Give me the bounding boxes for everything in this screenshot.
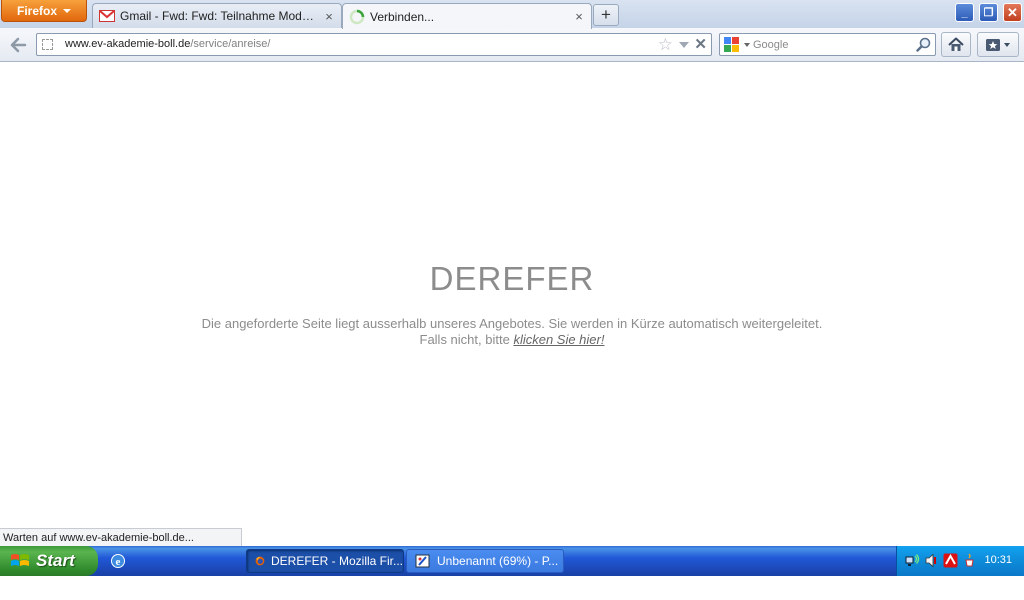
url-bar[interactable]: www.ev-akademie-boll.de/service/anreise/… [36, 33, 712, 56]
stop-icon[interactable]: ✕ [694, 35, 707, 53]
page-content: DEREFER Die angeforderte Seite liegt aus… [0, 62, 1024, 546]
system-tray: 10:31 [896, 546, 1024, 576]
google-logo-icon[interactable] [724, 37, 739, 52]
network-icon[interactable] [905, 553, 920, 568]
search-magnifier-icon[interactable] [916, 37, 931, 52]
ie-icon[interactable]: e [110, 553, 126, 569]
windows-logo-icon [11, 554, 29, 566]
taskbar-button-label: DEREFER - Mozilla Fir... [270, 554, 403, 568]
engine-dropdown-icon[interactable] [744, 43, 750, 47]
java-icon[interactable] [962, 553, 977, 568]
home-button[interactable] [941, 32, 971, 57]
back-button[interactable] [6, 33, 30, 57]
redirect-message-line1: Die angeforderte Seite liegt ausserhalb … [201, 316, 823, 331]
redirect-link[interactable]: klicken Sie hier! [513, 332, 604, 347]
maximize-button[interactable]: ❐ [979, 3, 998, 22]
navigation-toolbar: www.ev-akademie-boll.de/service/anreise/… [0, 28, 1024, 62]
url-domain: www.ev-akademie-boll.de [65, 38, 191, 50]
antivirus-icon[interactable] [943, 553, 958, 568]
status-bar: Warten auf www.ev-akademie-boll.de... [0, 528, 242, 546]
bottom-blank-area [0, 576, 1024, 600]
back-arrow-icon [10, 37, 27, 53]
tab-gmail[interactable]: Gmail - Fwd: Fwd: Teilnahme Modul II, 25… [92, 3, 342, 28]
svg-text:e: e [116, 556, 121, 568]
bookmark-star-icon[interactable]: ☆ [658, 35, 673, 55]
search-input[interactable] [753, 36, 903, 53]
firefox-menu-label: Firefox [16, 3, 57, 18]
bookmarks-button[interactable] [977, 32, 1019, 57]
tab-title: Gmail - Fwd: Fwd: Teilnahme Modul II, 25… [120, 9, 318, 23]
redirect-message-line2: Falls nicht, bitte klicken Sie hier! [0, 332, 1024, 348]
taskbar-button-label: Unbenannt (69%) - P... [437, 554, 559, 568]
tab-strip: Firefox Gmail - Fwd: Fwd: Teilnahme Modu… [0, 0, 1024, 29]
url-text[interactable]: www.ev-akademie-boll.de/service/anreise/ [65, 38, 270, 50]
firefox-icon [255, 556, 265, 566]
bookmarks-icon [986, 38, 1010, 51]
firefox-menu-button[interactable]: Firefox [1, 0, 87, 22]
volume-icon[interactable] [924, 553, 939, 568]
site-identity-icon[interactable] [42, 39, 53, 50]
tab-loading[interactable]: Verbinden... × [342, 3, 592, 29]
redirect-message: Die angeforderte Seite liegt ausserhalb … [0, 316, 1024, 348]
close-window-button[interactable]: ✕ [1003, 3, 1022, 22]
history-dropdown-icon[interactable] [679, 42, 689, 48]
taskbar-button-paint[interactable]: Unbenannt (69%) - P... [406, 549, 564, 573]
start-button[interactable]: Start [0, 546, 98, 576]
tab-title: Verbinden... [370, 9, 435, 24]
taskbar: Start e DEREFER - Mozilla Fir... Unbenan… [0, 546, 1024, 576]
taskbar-button-firefox[interactable]: DEREFER - Mozilla Fir... [246, 549, 404, 573]
tab-close-icon[interactable]: × [323, 9, 335, 24]
gmail-icon [99, 10, 115, 22]
minimize-button[interactable]: _ [955, 3, 974, 22]
chevron-down-icon [63, 8, 71, 13]
clock: 10:31 [984, 554, 1012, 566]
redirect-message-prefix: Falls nicht, bitte [419, 332, 514, 347]
page-heading: DEREFER [429, 260, 595, 297]
search-bar[interactable] [719, 33, 936, 56]
start-label: Start [36, 551, 75, 570]
url-path: /service/anreise/ [190, 38, 271, 50]
tab-close-icon[interactable]: × [573, 9, 585, 24]
paint-icon [415, 554, 430, 568]
loading-spinner-icon [349, 9, 365, 24]
new-tab-button[interactable]: + [593, 4, 619, 26]
home-icon [948, 37, 964, 51]
